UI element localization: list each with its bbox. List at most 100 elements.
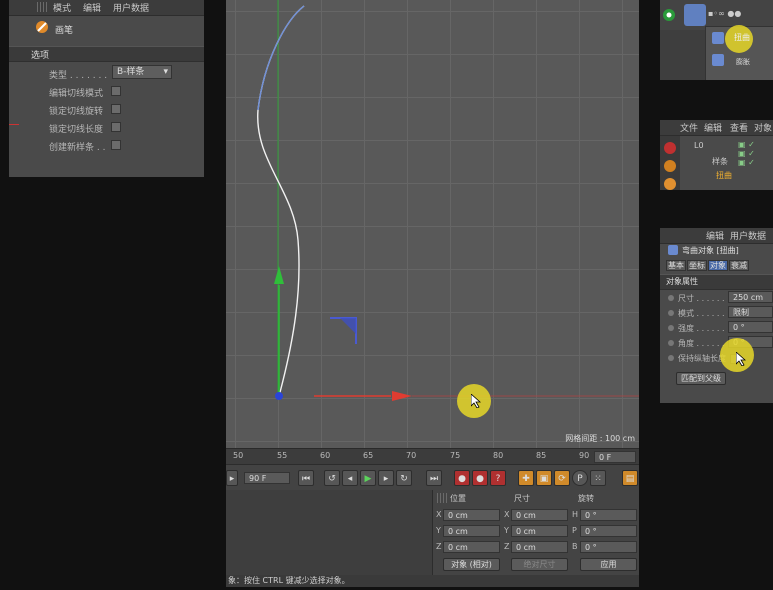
apply-button[interactable]: 应用 xyxy=(580,558,637,571)
autokey-icon[interactable]: ● xyxy=(472,470,488,486)
scale-key-icon[interactable]: ▣ xyxy=(536,470,552,486)
om-icon-2[interactable] xyxy=(664,160,676,172)
goto-end-icon[interactable]: ⏭ xyxy=(426,470,442,486)
tick-60: 60 xyxy=(320,451,331,460)
flower-icon[interactable] xyxy=(662,8,676,22)
menu-userdata[interactable]: 用户数据 xyxy=(113,1,149,14)
size-field[interactable]: 250 cm xyxy=(728,291,773,303)
tab-basic[interactable]: 基本 xyxy=(666,260,686,271)
axis-size-y: Y xyxy=(504,526,509,535)
timeline-ruler[interactable]: 50 55 60 65 70 75 80 85 90 0 F xyxy=(226,448,639,465)
param-key-icon[interactable]: P xyxy=(572,470,588,486)
axis-b: B xyxy=(572,542,578,551)
red-marker xyxy=(9,124,19,125)
position-x-field[interactable]: 0 cm xyxy=(443,509,500,521)
coords-grip-icon[interactable] xyxy=(437,493,447,503)
size-x-field[interactable]: 0 cm xyxy=(511,509,568,521)
strength-field[interactable]: 0 ° xyxy=(728,321,773,333)
option-edit-tangent: 编辑切线模式 xyxy=(49,89,104,99)
film-icon[interactable]: ▤ xyxy=(622,470,638,486)
tab-falloff[interactable]: 衰减 xyxy=(729,260,749,271)
pla-key-icon[interactable]: ⁙ xyxy=(590,470,606,486)
bend-attr-menubar: 编辑 用户数据 xyxy=(660,228,773,244)
om-menu-file[interactable]: 文件 xyxy=(680,121,698,134)
current-frame-field[interactable]: 0 F xyxy=(594,451,636,463)
play-button[interactable]: ▶ xyxy=(360,470,376,486)
strength-label: 强度 . . . . . . xyxy=(678,324,725,333)
edit-tangent-checkbox[interactable] xyxy=(111,86,121,96)
lock-tangent-rotation-checkbox[interactable] xyxy=(111,104,121,114)
bend-menu-icon[interactable] xyxy=(712,32,724,44)
next-key-icon[interactable]: ↻ xyxy=(396,470,412,486)
bend-menu-edit[interactable]: 编辑 xyxy=(706,229,724,242)
lock-tangent-length-checkbox[interactable] xyxy=(111,122,121,132)
size-z-field[interactable]: 0 cm xyxy=(511,541,568,553)
om-menu-view[interactable]: 查看 xyxy=(730,121,748,134)
om-icon-3[interactable] xyxy=(664,178,676,190)
tree-item-spline[interactable]: 样条 xyxy=(712,156,728,167)
status-text: 象：按住 CTRL 键减少选择对象。 xyxy=(228,576,350,585)
axis-size-x: X xyxy=(504,510,510,519)
tick-50: 50 xyxy=(233,451,244,460)
axis-x: X xyxy=(436,510,442,519)
keyframe-help-icon[interactable]: ? xyxy=(490,470,506,486)
coords-left-empty xyxy=(226,490,433,575)
menu-mode[interactable]: 模式 xyxy=(53,1,71,14)
rotation-p-field[interactable]: 0 ° xyxy=(580,525,637,537)
play-small-icon[interactable]: ▸ xyxy=(226,470,238,486)
om-side-icons xyxy=(660,136,680,190)
create-new-spline-checkbox[interactable] xyxy=(111,140,121,150)
mode-label: 模式 . . . . . . xyxy=(678,309,725,318)
rotate-key-icon[interactable]: ⟳ xyxy=(554,470,570,486)
goto-start-icon[interactable]: ⏮ xyxy=(298,470,314,486)
record-icon[interactable]: ● xyxy=(454,470,470,486)
bend-menu-userdata[interactable]: 用户数据 xyxy=(730,229,766,242)
bend-attributes-crop: 编辑 用户数据 弯曲对象 [扭曲] 基本 坐标 对象 衰减 对象属性 尺寸 . … xyxy=(660,228,773,403)
tree-item-bend[interactable]: 扭曲 xyxy=(716,170,732,181)
type-dropdown[interactable]: B-样条 xyxy=(112,65,172,79)
position-z-field[interactable]: 0 cm xyxy=(443,541,500,553)
om-menu-edit[interactable]: 编辑 xyxy=(704,121,722,134)
attributes-menubar: 模式 编辑 用户数据 xyxy=(9,0,204,16)
keep-length-label: 保持纵轴长度 xyxy=(678,354,726,363)
object-properties-section: 对象属性 xyxy=(660,274,773,290)
rotation-b-field[interactable]: 0 ° xyxy=(580,541,637,553)
3d-viewport[interactable]: 网格间距 : 100 cm xyxy=(226,0,639,448)
object-manager-crop: 文件 编辑 查看 对象 L0 样条 扭曲 ▣ ✓ ▣ ✓ ▣ ✓ xyxy=(660,120,773,190)
size-mode-dropdown[interactable]: 绝对尺寸 xyxy=(511,558,568,571)
move-key-icon[interactable]: ✚ xyxy=(518,470,534,486)
bend-title: 弯曲对象 [扭曲] xyxy=(682,246,739,255)
grip-icon[interactable] xyxy=(37,2,47,12)
deformer-icon[interactable] xyxy=(684,4,706,26)
tick-75: 75 xyxy=(450,451,461,460)
x-arrow-icon xyxy=(392,391,412,401)
bulge-menu-label[interactable]: 膨胀 xyxy=(736,57,750,67)
param-dot-4 xyxy=(668,340,674,346)
coordinates-manager: 位置 尺寸 旋转 X 0 cm X 0 cm H 0 ° Y 0 cm Y 0 … xyxy=(226,490,639,585)
header-rotation: 旋转 xyxy=(578,494,594,503)
position-y-field[interactable]: 0 cm xyxy=(443,525,500,537)
end-frame-field[interactable]: 90 F xyxy=(244,472,290,484)
angle-label: 角度 . . . . . . xyxy=(678,339,725,348)
tab-object[interactable]: 对象 xyxy=(708,260,728,271)
prev-key-icon[interactable]: ↺ xyxy=(324,470,340,486)
next-frame-icon[interactable]: ▸ xyxy=(378,470,394,486)
header-position: 位置 xyxy=(450,494,466,503)
prev-frame-icon[interactable]: ◂ xyxy=(342,470,358,486)
object-manager-menubar: 文件 编辑 查看 对象 xyxy=(660,120,773,136)
bend-menu-label[interactable]: 扭曲 xyxy=(734,32,750,43)
om-menu-object[interactable]: 对象 xyxy=(754,121,772,134)
size-y-field[interactable]: 0 cm xyxy=(511,525,568,537)
om-icon-1[interactable] xyxy=(664,142,676,154)
tree-item-l0[interactable]: L0 xyxy=(694,141,704,150)
coordinate-mode-dropdown[interactable]: 对象 (相对) xyxy=(443,558,500,571)
match-to-parent-button[interactable]: 匹配到父级 xyxy=(676,372,726,385)
rotation-h-field[interactable]: 0 ° xyxy=(580,509,637,521)
tab-coord[interactable]: 坐标 xyxy=(687,260,707,271)
toolbar-glyphs: ▪◦∞ ●● xyxy=(708,9,742,18)
bulge-menu-icon[interactable] xyxy=(712,54,724,66)
axis-size-z: Z xyxy=(504,542,510,551)
param-dot-3 xyxy=(668,325,674,331)
menu-edit[interactable]: 编辑 xyxy=(83,1,101,14)
mode-dropdown[interactable]: 限制 xyxy=(728,306,773,318)
